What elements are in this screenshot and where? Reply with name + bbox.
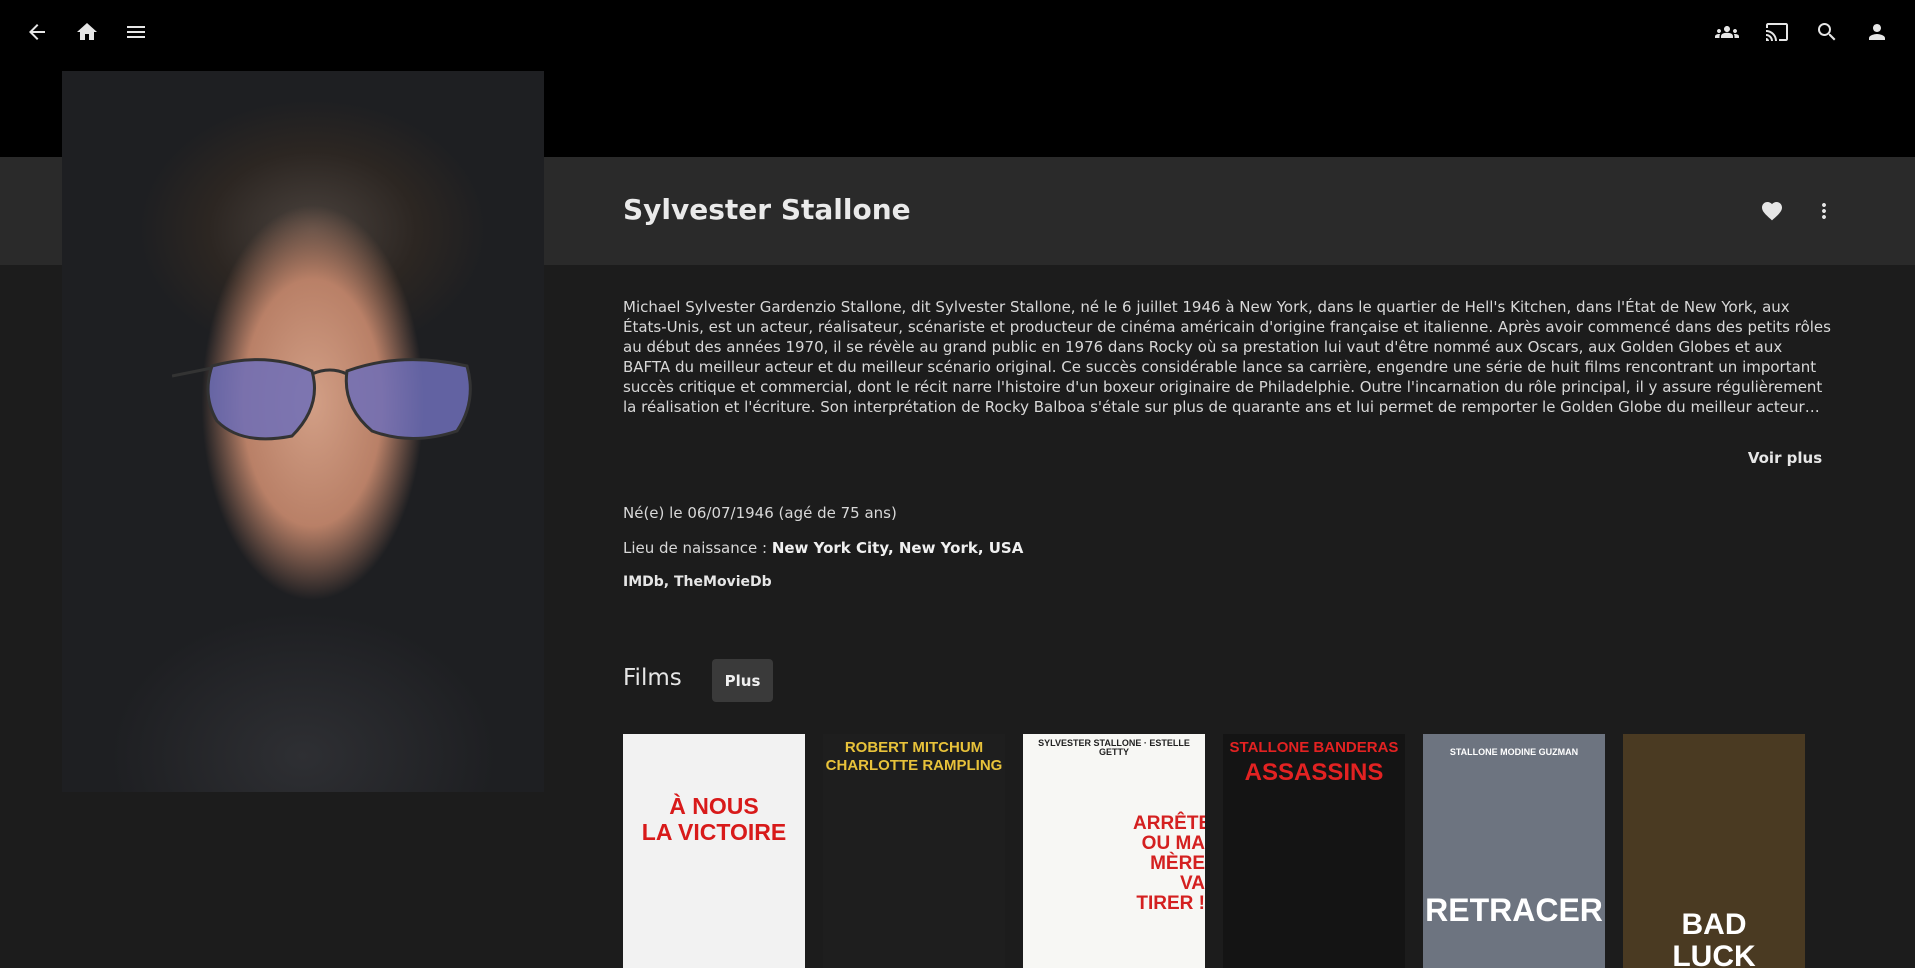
poster-title-line1: STALLONE BANDERAS bbox=[1229, 739, 1399, 756]
film-poster-card[interactable]: STALLONE MODINE GUZMAN RETRACER bbox=[1423, 734, 1605, 968]
poster-title-line1: À NOUS bbox=[669, 793, 759, 819]
person-name: Sylvester Stallone bbox=[623, 193, 911, 226]
poster-title-line1: STALLONE MODINE GUZMAN bbox=[1449, 747, 1579, 757]
birthplace-label: Lieu de naissance : bbox=[623, 539, 772, 557]
see-more-button[interactable]: Voir plus bbox=[1740, 449, 1830, 467]
external-links: IMDb, TheMovieDb bbox=[623, 574, 772, 590]
biography-text: Michael Sylvester Gardenzio Stallone, di… bbox=[623, 298, 1831, 416]
films-more-button[interactable]: Plus bbox=[712, 659, 773, 702]
user-icon[interactable] bbox=[1859, 14, 1895, 50]
film-poster-card[interactable]: BAD LUCK bbox=[1623, 734, 1805, 968]
film-poster-card[interactable]: À NOUS LA VICTOIRE bbox=[623, 734, 805, 968]
poster-title-line2: CHARLOTTE RAMPLING bbox=[825, 757, 1003, 774]
poster-title-line2: LA VICTOIRE bbox=[641, 819, 787, 845]
poster-title-line1: ROBERT MITCHUM bbox=[844, 739, 984, 756]
film-poster-card[interactable]: STALLONE BANDERAS ASSASSINS bbox=[1223, 734, 1405, 968]
birth-date: Né(e) le 06/07/1946 (agé de 75 ans) bbox=[623, 504, 897, 522]
poster-title-line2: BAD LUCK bbox=[1672, 908, 1756, 968]
link-separator: , bbox=[663, 574, 674, 590]
cast-icon[interactable] bbox=[1759, 14, 1795, 50]
birthplace-value: New York City, New York, USA bbox=[771, 539, 1024, 557]
film-poster-card[interactable]: SYLVESTER STALLONE · ESTELLE GETTY ARRÊT… bbox=[1023, 734, 1205, 968]
poster-title-line1: SYLVESTER STALLONE · ESTELLE GETTY bbox=[1038, 738, 1190, 758]
film-poster-card[interactable]: ROBERT MITCHUM CHARLOTTE RAMPLING bbox=[823, 734, 1005, 968]
themoviedb-link[interactable]: TheMovieDb bbox=[674, 574, 772, 590]
sunglasses-graphic bbox=[172, 358, 472, 441]
back-arrow-icon[interactable] bbox=[19, 14, 55, 50]
birthplace: Lieu de naissance : New York City, New Y… bbox=[623, 539, 1023, 557]
menu-icon[interactable] bbox=[118, 14, 154, 50]
imdb-link[interactable]: IMDb bbox=[623, 574, 664, 590]
poster-title-line2: ASSASSINS bbox=[1244, 759, 1384, 786]
person-portrait bbox=[62, 71, 544, 792]
home-icon[interactable] bbox=[69, 14, 105, 50]
favorite-heart-icon[interactable] bbox=[1754, 193, 1790, 229]
more-options-icon[interactable] bbox=[1806, 193, 1842, 229]
users-icon[interactable] bbox=[1709, 14, 1745, 50]
search-icon[interactable] bbox=[1809, 14, 1845, 50]
poster-title-line2: ARRÊTE OU MA MÈRE VA TIRER ! bbox=[1133, 813, 1205, 914]
films-section-title: Films bbox=[623, 665, 682, 691]
poster-title-line2: RETRACER bbox=[1425, 892, 1603, 928]
